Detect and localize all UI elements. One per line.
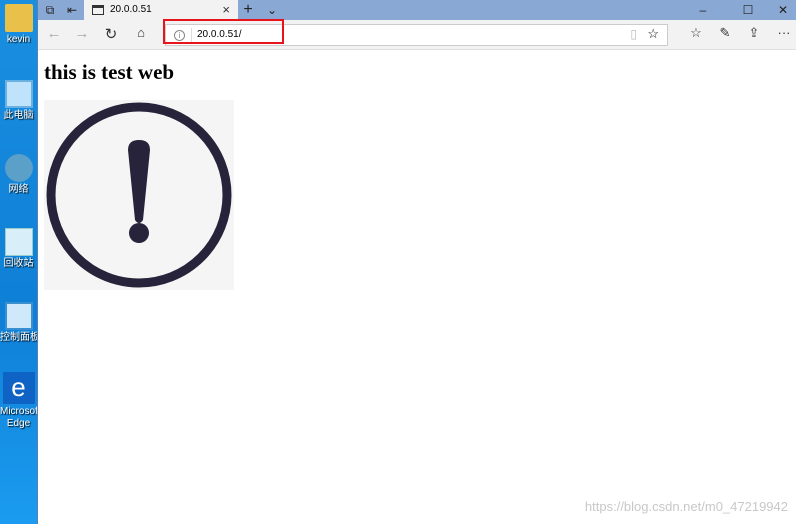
address-highlight-box (163, 19, 284, 44)
forward-icon[interactable]: → (72, 25, 92, 42)
desktop-icon-control-panel[interactable]: 控制面板 (0, 302, 37, 344)
desktop-icon-recycle-bin[interactable]: 回收站 (0, 228, 37, 270)
set-tabs-aside-icon[interactable]: ⇤ (60, 0, 84, 20)
label: 回收站 (3, 258, 34, 269)
desktop-icon-network[interactable]: 网络 (0, 154, 37, 196)
user-folder-icon (4, 4, 33, 32)
home-icon[interactable]: ⌂ (131, 25, 151, 40)
navigation-bar: ← → ↻ ⌂ i 20.0.0.51/ ▯ ☆ ☆ ✎ ⇪ ··· (38, 19, 796, 50)
label: 网络 (8, 184, 29, 195)
browser-window: ⧉ ⇤ 20.0.0.51 × + ⌄ – ☐ ✕ ← → ↻ ⌂ i 20.0.… (37, 0, 796, 524)
more-icon[interactable]: ··· (774, 25, 794, 40)
label: Microsoft Edge (0, 406, 37, 429)
tab-manager-icon[interactable]: ⧉ (38, 0, 62, 20)
back-icon[interactable]: ← (44, 25, 64, 42)
label: 控制面板 (0, 332, 37, 343)
tab-active[interactable]: 20.0.0.51 × (84, 0, 238, 20)
web-note-icon[interactable]: ✎ (715, 25, 735, 41)
share-icon[interactable]: ⇪ (744, 25, 764, 41)
new-tab-icon[interactable]: + (236, 0, 260, 20)
close-tab-icon[interactable]: × (222, 0, 230, 20)
tab-title: 20.0.0.51 (110, 4, 152, 15)
favorites-hub-icon[interactable]: ☆ (686, 25, 706, 41)
page-heading: this is test web (44, 60, 175, 84)
network-icon (4, 154, 33, 182)
exclamation-circle-icon (44, 100, 234, 290)
desktop-icon-computer[interactable]: 此电脑 (0, 80, 37, 122)
watermark: https://blog.csdn.net/m0_47219942 (584, 499, 788, 514)
minimize-icon[interactable]: – (691, 0, 715, 20)
refresh-icon[interactable]: ↻ (101, 25, 121, 43)
control-panel-icon (4, 302, 33, 330)
page-icon (92, 5, 104, 15)
recycle-bin-icon (4, 228, 33, 256)
desktop-icon-edge[interactable]: e Microsoft Edge (0, 372, 37, 430)
desktop: kevin 此电脑 网络 回收站 控制面板 e Microsoft Edge (0, 0, 37, 524)
edge-icon: e (2, 372, 35, 404)
tab-preview-chevron-icon[interactable]: ⌄ (260, 0, 284, 20)
maximize-icon[interactable]: ☐ (736, 0, 760, 20)
close-window-icon[interactable]: ✕ (771, 0, 795, 20)
desktop-icon-kevin[interactable]: kevin (0, 4, 37, 46)
label: 此电脑 (3, 110, 34, 121)
reading-view-icon[interactable]: ▯ (630, 27, 637, 41)
label: kevin (6, 34, 31, 45)
title-bar: ⧉ ⇤ 20.0.0.51 × + ⌄ – ☐ ✕ (38, 0, 796, 20)
favorite-star-icon[interactable]: ☆ (647, 26, 659, 42)
computer-icon (4, 80, 33, 108)
